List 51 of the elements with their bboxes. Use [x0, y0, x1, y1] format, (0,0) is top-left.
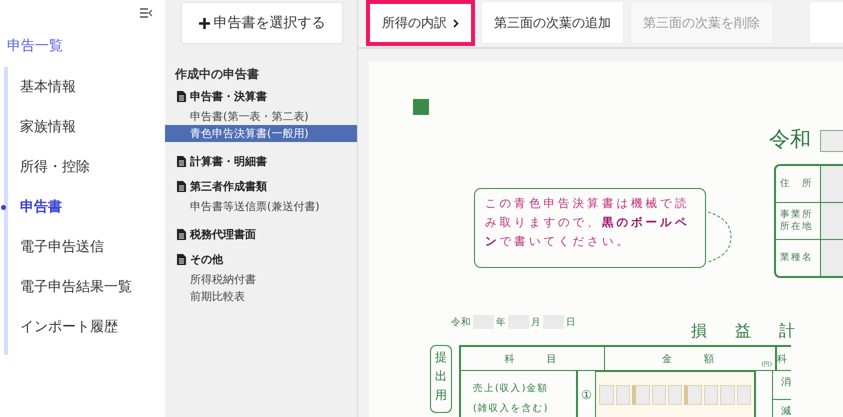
nav-link[interactable]: 申告一覧 [0, 22, 165, 57]
select-form-button[interactable]: 申告書を選択する [181, 2, 343, 44]
table-cell: 減 [772, 400, 791, 417]
toolbar-button[interactable]: 第三面の次葉の追加 [481, 1, 624, 44]
chevron-right-icon [453, 18, 459, 28]
table-cell: 住 所 [780, 178, 813, 190]
section-heading: 作成中の申告書 [175, 66, 260, 83]
form-list-item[interactable]: 申告書等送信票(兼送付書) [165, 198, 357, 215]
table-cell: 消 [772, 371, 791, 400]
nav-item[interactable]: 電子申告結果一覧 [8, 271, 165, 311]
nav-item[interactable]: 家族情報 [8, 111, 165, 151]
column-header: 科 [777, 352, 791, 366]
document-icon [177, 156, 186, 167]
nav-item[interactable]: インポート履歴 [8, 311, 165, 351]
table-cell: 業種名 [780, 252, 813, 264]
table-cell: 売上(収入)金額 (雑収入を含む) [461, 371, 578, 417]
column-header: 金 額 [662, 352, 718, 366]
form-list-item[interactable]: 申告書(第一表・第二表) [165, 108, 357, 125]
document-icon [177, 254, 186, 265]
document-icon [177, 91, 186, 102]
statement-title: 損 益 計 [691, 321, 801, 342]
form-list-item[interactable]: 青色申告決算書(一般用) [165, 125, 357, 142]
group-title: 申告書・決算書 [190, 89, 267, 104]
group-title: 計算書・明細書 [190, 154, 267, 169]
era-label: 令和 [769, 126, 811, 153]
nav-item[interactable]: 申告書 [8, 191, 165, 231]
form-list-item[interactable]: 前期比較表 [165, 288, 357, 305]
collapse-menu-icon[interactable] [140, 8, 152, 18]
era-field [820, 130, 843, 152]
document-icon [177, 181, 186, 192]
date-label: 月 [531, 316, 541, 328]
toolbar-button[interactable]: 所得の内訳 [366, 0, 475, 46]
date-label: 年 [496, 316, 506, 328]
group-title: 第三者作成書類 [190, 179, 267, 194]
group-title: その他 [190, 252, 223, 267]
notice-callout: この青色申告決算書は機械で読み取りますので、黒のボールペンで書いてください。 [474, 188, 706, 268]
submission-stamp: 提出用 [430, 345, 452, 413]
document-icon [177, 229, 186, 240]
active-dot-icon [1, 205, 6, 210]
group-title: 税務代理書面 [190, 227, 256, 242]
nav-item[interactable]: 電子申告送信 [8, 231, 165, 271]
amount-field[interactable] [599, 385, 751, 405]
date-label: 日 [566, 316, 576, 328]
plus-icon [198, 18, 210, 28]
dashed-arc-drawing [707, 211, 733, 263]
date-label: 令和 [451, 316, 471, 328]
form-list-item[interactable]: 所得税納付書 [165, 271, 357, 288]
table-cell: 事業所所在地 [780, 209, 813, 233]
nav-item[interactable]: 所得・控除 [8, 151, 165, 191]
corner-mark [413, 99, 429, 115]
nav-item[interactable]: 基本情報 [8, 71, 165, 111]
